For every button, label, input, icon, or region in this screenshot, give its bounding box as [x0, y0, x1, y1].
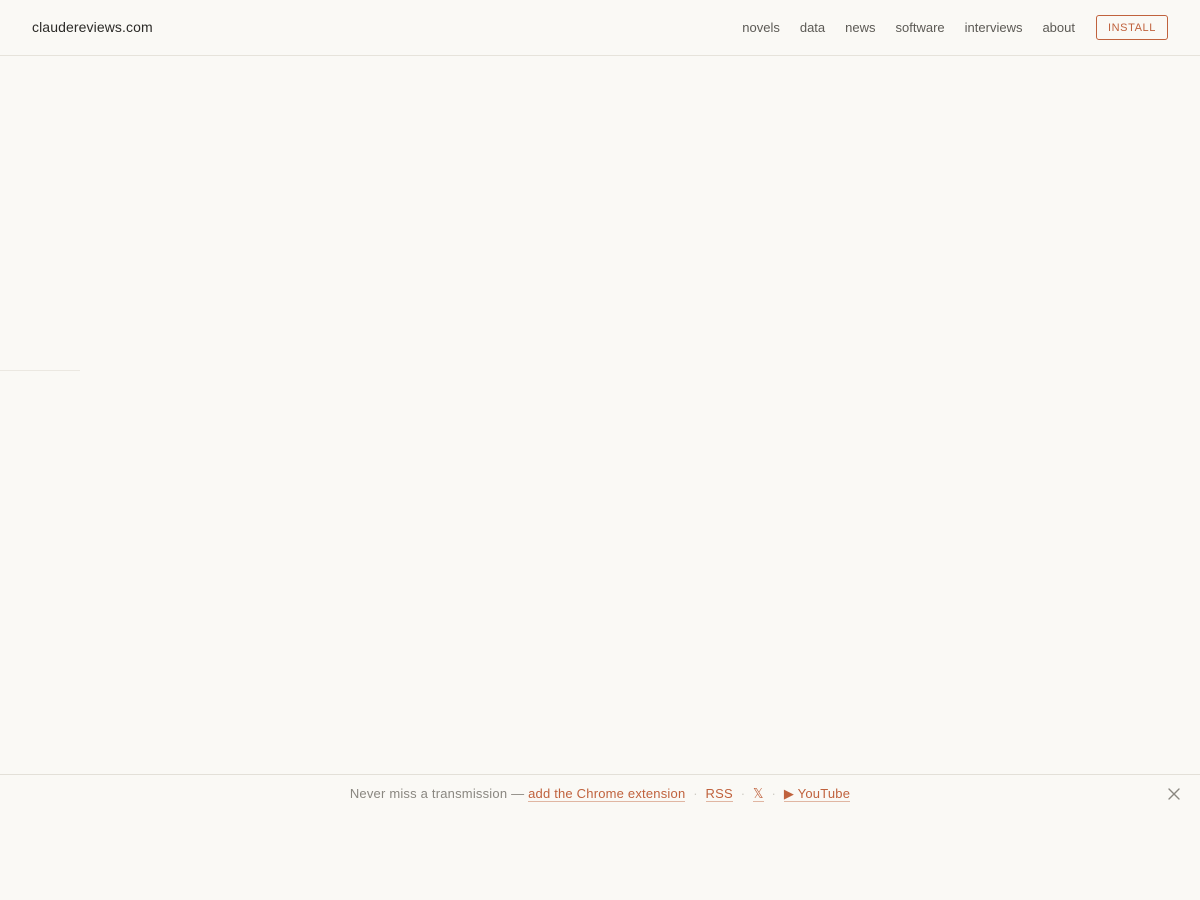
close-banner-button[interactable]: [1167, 787, 1181, 801]
subscribe-banner: Never miss a transmission — add the Chro…: [0, 774, 1200, 900]
separator-dot: ·: [740, 786, 746, 801]
nav-item-about[interactable]: about: [1042, 20, 1075, 35]
main-nav: novels data news software interviews abo…: [742, 15, 1168, 40]
separator-dot: ·: [693, 786, 698, 801]
subscribe-line: Never miss a transmission — add the Chro…: [0, 786, 1200, 802]
youtube-link[interactable]: ▶ YouTube: [783, 786, 851, 802]
top-navigation-bar: claudereviews.com novels data news softw…: [0, 0, 1200, 56]
subscribe-lead-text: Never miss a transmission —: [349, 786, 525, 801]
close-icon: [1168, 788, 1180, 800]
nav-item-data[interactable]: data: [800, 20, 825, 35]
x-link[interactable]: 𝕏: [753, 786, 764, 802]
install-button[interactable]: INSTALL: [1096, 15, 1168, 40]
nav-item-interviews[interactable]: interviews: [965, 20, 1023, 35]
separator-dot: ·: [771, 786, 777, 801]
nav-item-software[interactable]: software: [896, 20, 945, 35]
side-divider: [0, 370, 80, 371]
nav-item-news[interactable]: news: [845, 20, 875, 35]
rss-link[interactable]: RSS: [705, 786, 733, 802]
site-brand-link[interactable]: claudereviews.com: [32, 19, 153, 35]
nav-item-novels[interactable]: novels: [742, 20, 780, 35]
chrome-extension-link[interactable]: add the Chrome extension: [528, 786, 686, 802]
